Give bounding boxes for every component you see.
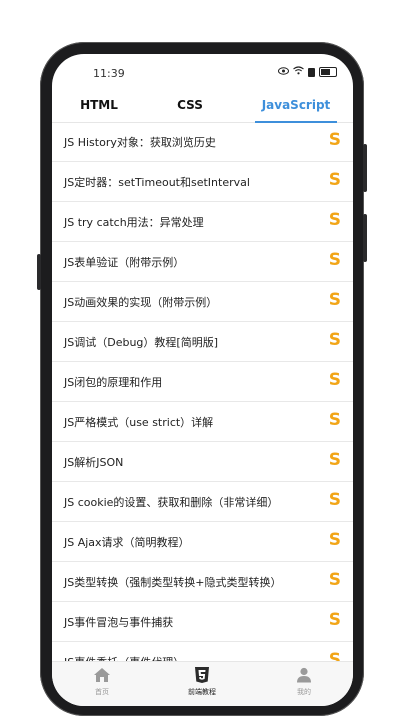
battery-icon <box>319 67 337 77</box>
list-item[interactable]: JS闭包的原理和作用 S <box>52 362 353 402</box>
dollar-icon: S <box>328 410 341 430</box>
status-bar: 11:39 <box>52 54 353 94</box>
app-screen: 11:39 HTML CSS JavaScript JS History对象：获… <box>52 54 353 706</box>
tutorial-list: JS History对象：获取浏览历史 S JS定时器：setTimeout和set… <box>52 122 353 662</box>
list-item[interactable]: JS事件委托（事件代理）S <box>52 642 353 662</box>
list-item[interactable]: JS History对象：获取浏览历史 S <box>52 122 353 162</box>
list-item-title: JS动画效果的实现（附带示例） <box>64 296 218 309</box>
nfc-icon <box>308 67 315 77</box>
list-item-title: JS严格模式（use strict）详解 <box>64 416 214 429</box>
list-item[interactable]: JS动画效果的实现（附带示例） S <box>52 282 353 322</box>
dollar-icon: S <box>328 250 341 270</box>
list-item-title: JS解析JSON <box>64 456 124 469</box>
list-item[interactable]: JS严格模式（use strict）详解 S <box>52 402 353 442</box>
list-item-title: JS事件冒泡与事件捕获 <box>64 616 174 629</box>
dollar-icon: S <box>328 290 341 310</box>
eye-icon <box>278 66 289 78</box>
dollar-icon: S <box>328 130 341 150</box>
dollar-icon: S <box>328 570 341 590</box>
list-item-title: JS Ajax请求（简明教程） <box>64 536 190 549</box>
list-item[interactable]: JS try catch用法：异常处理 S <box>52 202 353 242</box>
status-icons <box>278 66 337 78</box>
dollar-icon: S <box>328 330 341 350</box>
side-button-right-bottom <box>363 214 367 262</box>
dollar-icon: S <box>328 370 341 390</box>
nav-frontend-tutorials[interactable]: 前端教程 <box>172 666 232 697</box>
dollar-icon: S <box>328 610 341 630</box>
dollar-icon: S <box>328 490 341 510</box>
side-button-right-top <box>363 144 367 192</box>
dollar-icon: S <box>328 530 341 550</box>
nav-mine[interactable]: 我的 <box>274 666 334 697</box>
nav-mine-label: 我的 <box>297 688 311 696</box>
list-item-title: JS调试（Debug）教程[简明版] <box>64 336 218 349</box>
list-item-title: JS try catch用法：异常处理 <box>64 216 204 229</box>
list-item[interactable]: JS Ajax请求（简明教程） S <box>52 522 353 562</box>
list-item[interactable]: JS调试（Debug）教程[简明版] S <box>52 322 353 362</box>
dollar-icon: S <box>328 210 341 230</box>
nav-frontend-tutorials-label: 前端教程 <box>188 688 216 696</box>
wifi-icon <box>293 66 304 78</box>
list-item[interactable]: JS定时器：setTimeout和setInterval S <box>52 162 353 202</box>
list-item-title: JS表单验证（附带示例） <box>64 256 185 269</box>
side-button-left <box>37 254 41 290</box>
dollar-icon: S <box>328 450 341 470</box>
tab-javascript[interactable]: JavaScript <box>255 98 337 122</box>
list-item-title: JS History对象：获取浏览历史 <box>64 136 216 149</box>
tab-html[interactable]: HTML <box>66 98 132 122</box>
nav-home-label: 首页 <box>95 688 109 696</box>
html5-icon <box>172 666 232 684</box>
dollar-icon: S <box>328 170 341 190</box>
list-item[interactable]: JS事件冒泡与事件捕获 S <box>52 602 353 642</box>
list-item-title: JS闭包的原理和作用 <box>64 376 163 389</box>
list-item-title: JS类型转换（强制类型转换+隐式类型转换） <box>64 576 282 589</box>
list-item[interactable]: JS cookie的设置、获取和删除（非常详细） S <box>52 482 353 522</box>
list-item[interactable]: JS解析JSON S <box>52 442 353 482</box>
status-time: 11:39 <box>93 67 125 80</box>
bottom-nav: 首页 前端教程 我的 <box>52 661 353 706</box>
list-item[interactable]: JS类型转换（强制类型转换+隐式类型转换） S <box>52 562 353 602</box>
user-icon <box>274 666 334 684</box>
list-item-title: JS定时器：setTimeout和setInterval <box>64 176 250 189</box>
tab-css[interactable]: CSS <box>160 98 220 122</box>
home-icon <box>72 666 132 684</box>
category-tabs: HTML CSS JavaScript <box>52 94 353 123</box>
list-item[interactable]: JS表单验证（附带示例） S <box>52 242 353 282</box>
nav-home[interactable]: 首页 <box>72 666 132 697</box>
list-item-title: JS cookie的设置、获取和删除（非常详细） <box>64 496 279 509</box>
